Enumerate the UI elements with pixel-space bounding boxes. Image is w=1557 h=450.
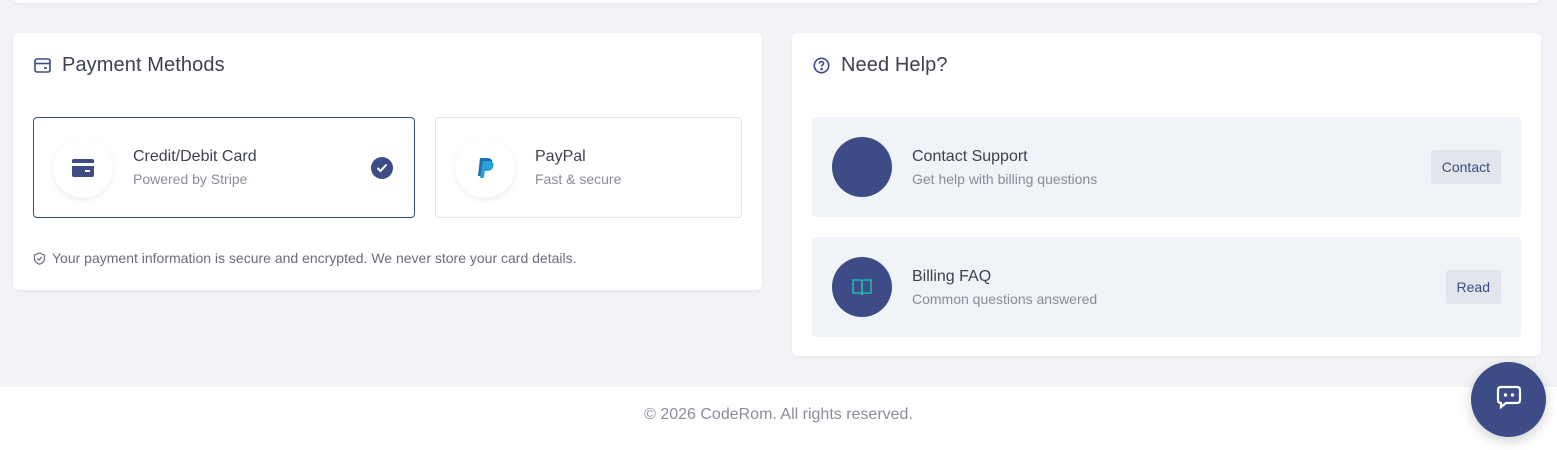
shield-check-icon [33,251,46,265]
read-button[interactable]: Read [1445,270,1501,304]
method-name: Credit/Debit Card [133,148,257,165]
footer: © 2026 CodeRom. All rights reserved. [0,387,1557,450]
secure-note-text: Your payment information is secure and e… [52,250,577,266]
help-item-subtitle: Common questions answered [912,290,1098,307]
book-icon [832,257,892,317]
check-icon [371,157,393,179]
need-help-header: Need Help? [812,53,948,77]
wallet-icon [33,56,51,74]
paypal-icon [455,137,515,198]
payment-methods-card: Payment Methods Credit/Debit Card Powere… [13,33,762,290]
contact-button[interactable]: Contact [1430,150,1501,184]
method-credit-card[interactable]: Credit/Debit Card Powered by Stripe [33,117,415,218]
method-subtitle: Fast & secure [535,171,622,187]
help-item-billing-faq: Billing FAQ Common questions answered Re… [812,237,1521,337]
top-card-edge [13,0,1540,3]
support-icon [832,137,892,197]
need-help-card: Need Help? Contact Support Get help with… [792,33,1541,356]
credit-card-icon [53,137,113,198]
help-item-title: Contact Support [912,147,1028,165]
method-name: PayPal [535,148,586,165]
help-item-title: Billing FAQ [912,267,992,285]
payment-methods-title: Payment Methods [62,53,225,76]
help-item-subtitle: Get help with billing questions [912,170,1098,187]
footer-copyright: © 2026 CodeRom. All rights reserved. [644,405,913,423]
need-help-title: Need Help? [841,53,948,76]
help-item-contact-support: Contact Support Get help with billing qu… [812,117,1521,217]
method-paypal[interactable]: PayPal Fast & secure [435,117,742,218]
payment-methods-header: Payment Methods [33,53,225,77]
question-circle-icon [812,56,830,74]
secure-note: Your payment information is secure and e… [33,250,577,266]
method-subtitle: Powered by Stripe [133,171,248,187]
chat-button[interactable] [1471,362,1546,437]
chat-icon [1496,385,1522,414]
